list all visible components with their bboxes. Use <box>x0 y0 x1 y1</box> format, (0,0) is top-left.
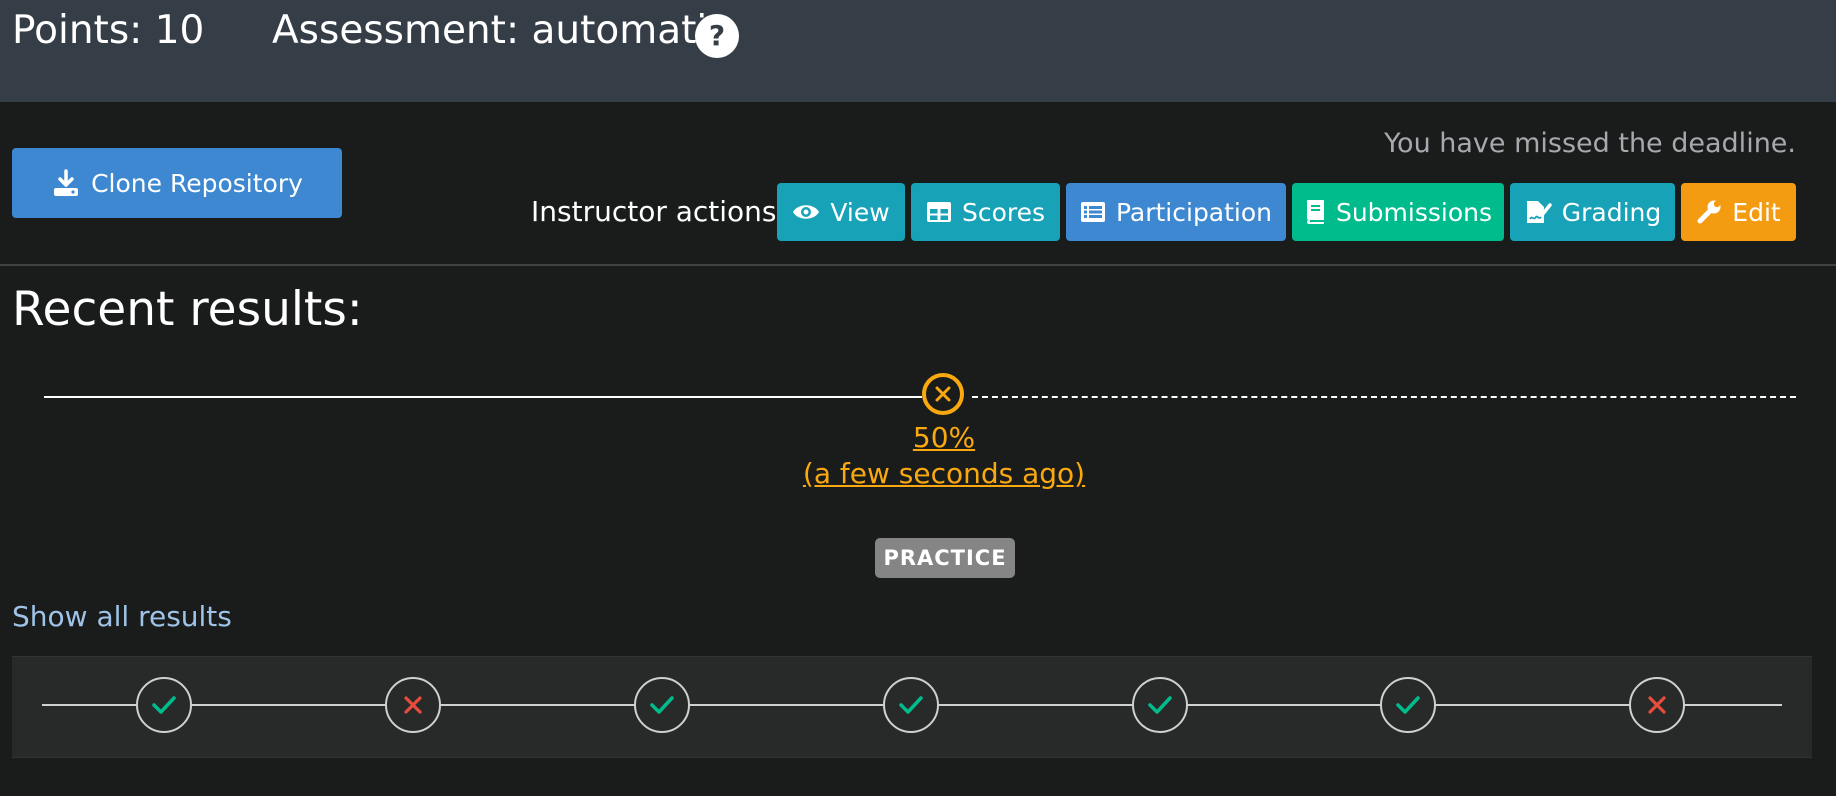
show-all-results-link[interactable]: Show all results <box>12 600 232 633</box>
submissions-button[interactable]: Submissions <box>1292 183 1504 241</box>
latest-result-indicator[interactable] <box>922 373 964 415</box>
view-button[interactable]: View <box>777 183 905 241</box>
scores-button-label: Scores <box>961 197 1046 227</box>
clone-repository-button[interactable]: Clone Repository <box>12 148 342 218</box>
times-icon <box>404 696 422 714</box>
exercise-header: Points: 10 Assessment: automatic ? <box>0 0 1836 102</box>
section-divider <box>0 264 1836 266</box>
edit-button-label: Edit <box>1732 197 1781 227</box>
history-result-4[interactable] <box>883 677 939 733</box>
grading-button[interactable]: Grading <box>1510 183 1675 241</box>
history-result-7[interactable] <box>1629 677 1685 733</box>
history-result-6[interactable] <box>1380 677 1436 733</box>
timeline-past-line <box>44 396 922 398</box>
latest-result-time: (a few seconds ago) <box>802 457 1086 490</box>
grading-button-label: Grading <box>1561 197 1662 227</box>
times-icon <box>1648 696 1666 714</box>
book-icon <box>1306 200 1324 224</box>
instructor-actions-label: Instructor actions: <box>531 195 786 228</box>
times-icon <box>935 386 951 402</box>
wrench-icon <box>1697 200 1721 224</box>
signature-icon <box>1526 201 1552 223</box>
history-result-1[interactable] <box>136 677 192 733</box>
result-history-panel <box>12 656 1812 758</box>
latest-result-score: 50% <box>912 421 976 454</box>
eye-icon <box>793 205 820 219</box>
history-result-5[interactable] <box>1132 677 1188 733</box>
timeline-future-line <box>972 396 1796 398</box>
participation-button[interactable]: Participation <box>1066 183 1286 241</box>
check-icon <box>1396 696 1420 714</box>
history-result-2[interactable] <box>385 677 441 733</box>
question-circle-icon[interactable]: ? <box>695 14 739 58</box>
practice-badge: PRACTICE <box>875 538 1015 578</box>
points-label: Points: 10 <box>12 8 205 53</box>
scores-button[interactable]: Scores <box>911 183 1060 241</box>
check-icon <box>152 696 176 714</box>
list-alt-icon <box>1080 202 1105 222</box>
participation-button-label: Participation <box>1115 197 1273 227</box>
clone-repository-label: Clone Repository <box>91 168 303 198</box>
download-icon <box>54 169 79 196</box>
deadline-notice: You have missed the deadline. <box>1384 128 1796 159</box>
table-icon <box>926 202 951 222</box>
check-icon <box>899 696 923 714</box>
edit-button[interactable]: Edit <box>1681 183 1796 241</box>
history-result-3[interactable] <box>634 677 690 733</box>
recent-results-title: Recent results: <box>12 282 363 337</box>
latest-result-link[interactable]: 50% (a few seconds ago) <box>794 420 1094 492</box>
check-icon <box>650 696 674 714</box>
check-icon <box>1148 696 1172 714</box>
assessment-label: Assessment: automatic <box>272 8 729 53</box>
submissions-button-label: Submissions <box>1335 197 1493 227</box>
view-button-label: View <box>830 197 890 227</box>
